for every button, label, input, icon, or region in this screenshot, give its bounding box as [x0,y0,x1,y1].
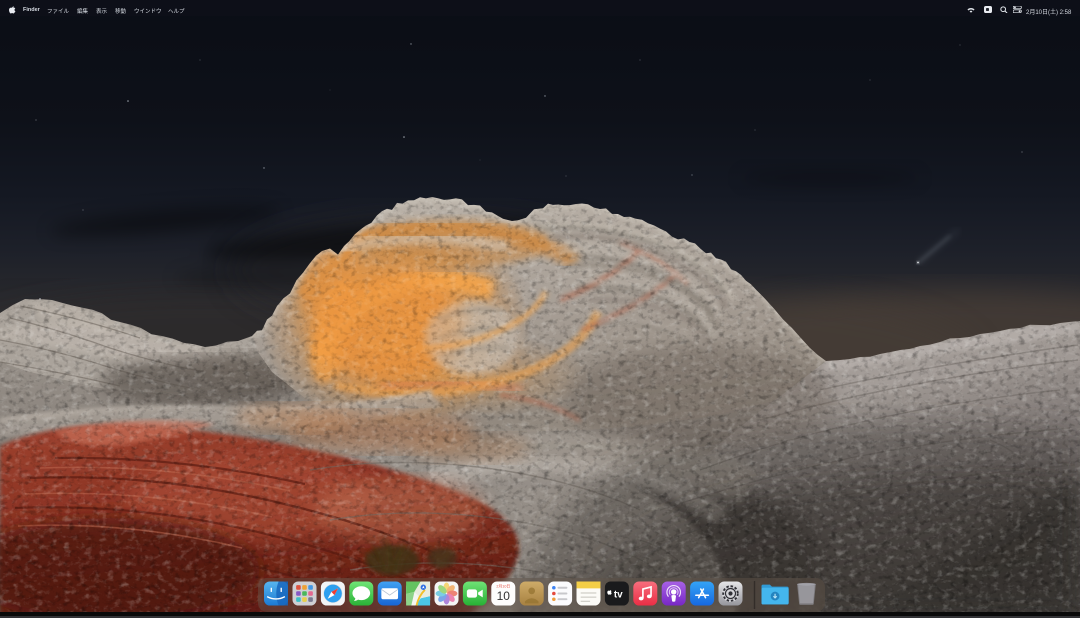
svg-text:tv: tv [614,589,623,600]
svg-text:10: 10 [497,589,511,603]
